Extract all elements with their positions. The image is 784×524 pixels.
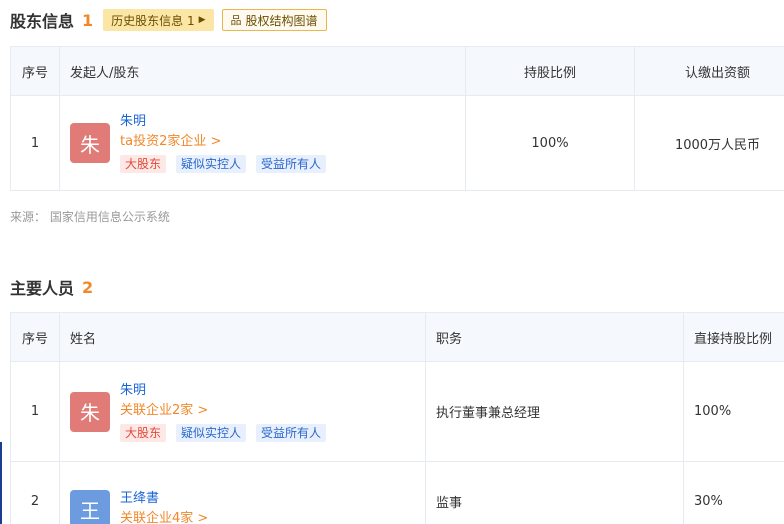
row-index: 1 [10,95,60,191]
column-header: 序号 [10,46,60,96]
caret-right-icon: ▶ [198,15,206,25]
table-header-row: 序号 姓名 职务 直接持股比例 [10,312,784,362]
table-row: 2 王 王绛書 关联企业4家 > 监事 30% [10,461,784,524]
row-index: 2 [10,461,60,524]
personnel-header: 主要人员 2 [10,275,93,299]
column-header: 序号 [10,312,60,362]
subscribed-capital: 1000万人民币 [634,95,784,191]
position: 监事 [425,461,684,524]
related-companies-link[interactable]: 关联企业4家 > [120,508,208,524]
person-name-link[interactable]: 王绛書 [120,490,208,508]
column-header: 直接持股比例 [683,312,784,362]
table-header-row: 序号 发起人/股东 持股比例 认缴出资额 [10,46,784,96]
org-chart-icon: 品 [230,14,242,27]
button-label: 股权结构图谱 [245,13,318,28]
section-count: 1 [82,10,94,30]
tag-beneficial-owner[interactable]: 受益所有人 [256,155,327,173]
direct-share-ratio: 100% [683,361,784,462]
tag-beneficial-owner[interactable]: 受益所有人 [256,423,327,442]
shareholder-cell: 朱 朱明 ta投资2家企业 > 大股东 疑似实控人 受益所有人 [59,95,466,191]
person-name-link[interactable]: 朱明 [120,382,326,400]
investment-link[interactable]: ta投资2家企业 > [120,131,326,153]
section-title: 股东信息 [10,12,75,31]
button-label: 历史股东信息 1 [111,13,195,28]
tag-actual-controller[interactable]: 疑似实控人 [176,423,247,442]
scroll-edge-indicator [0,442,2,524]
direct-share-ratio: 30% [683,461,784,524]
section-count: 2 [82,277,94,297]
history-shareholders-button[interactable]: 历史股东信息 1 ▶ [103,9,214,31]
table-row: 1 朱 朱明 ta投资2家企业 > 大股东 疑似实控人 受益所有人 100% 1… [10,95,784,191]
section-title: 主要人员 [10,279,75,298]
shareholders-header: 股东信息 1 历史股东信息 1 ▶ 品 股权结构图谱 [10,8,327,32]
column-header: 认缴出资额 [634,46,784,96]
person-name-link[interactable]: 朱明 [120,113,326,131]
row-index: 1 [10,361,60,462]
person-cell: 王 王绛書 关联企业4家 > [59,461,426,524]
tag-major-shareholder[interactable]: 大股东 [120,423,167,442]
avatar: 朱 [70,391,110,432]
avatar: 朱 [70,123,110,163]
column-header: 姓名 [59,312,426,362]
table-row: 1 朱 朱明 关联企业2家 > 大股东 疑似实控人 受益所有人 执行董事兼总经理… [10,361,784,462]
related-companies-link[interactable]: 关联企业2家 > [120,400,326,422]
tag-major-shareholder[interactable]: 大股东 [120,155,167,173]
column-header: 发起人/股东 [59,46,466,96]
person-cell: 朱 朱明 关联企业2家 > 大股东 疑似实控人 受益所有人 [59,361,426,462]
data-source: 来源： 国家信用信息公示系统 [10,210,170,224]
personnel-table: 序号 姓名 职务 直接持股比例 1 朱 朱明 关联企业2家 > 大股东 疑似实控… [10,312,784,524]
equity-structure-button[interactable]: 品 股权结构图谱 [221,9,327,31]
position: 执行董事兼总经理 [425,361,684,462]
tag-actual-controller[interactable]: 疑似实控人 [176,155,247,173]
column-header: 持股比例 [465,46,635,96]
share-ratio: 100% [465,95,635,191]
avatar: 王 [70,489,110,524]
shareholders-table: 序号 发起人/股东 持股比例 认缴出资额 1 朱 朱明 ta投资2家企业 > 大… [10,46,784,191]
column-header: 职务 [425,312,684,362]
